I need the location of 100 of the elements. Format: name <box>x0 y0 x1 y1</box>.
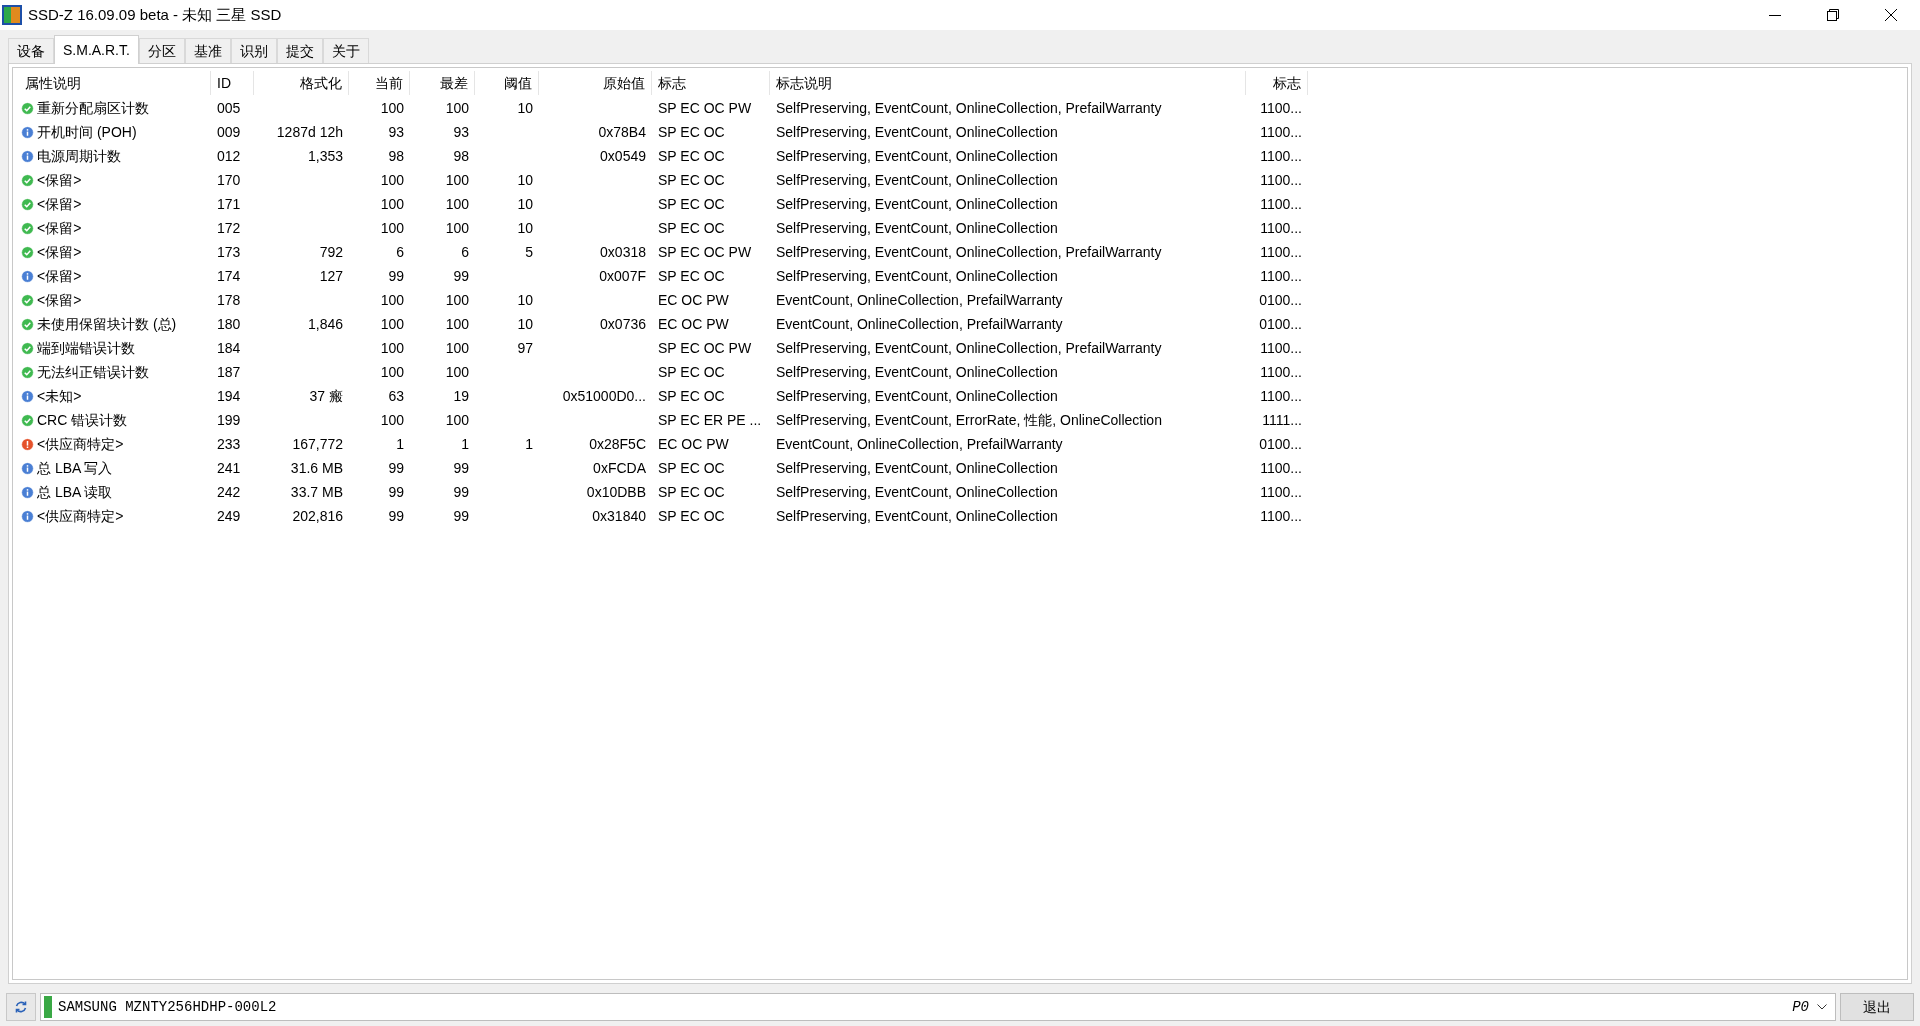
tab[interactable]: 设备 <box>8 38 54 63</box>
table-cell-text: 总 LBA 读取 <box>37 482 113 502</box>
table-cell: 0x31840 <box>592 507 646 524</box>
table-cell: 99 <box>388 459 404 476</box>
tab[interactable]: 提交 <box>276 38 323 63</box>
tab[interactable]: 识别 <box>230 38 277 63</box>
table-cell: 99 <box>453 459 469 476</box>
table-cell: SelfPreserving, EventCount, OnlineCollection <box>776 267 1058 284</box>
table-cell: 100 <box>445 195 469 212</box>
table-cell: SP EC OC <box>658 195 725 212</box>
table-cell: 1,846 <box>307 315 343 332</box>
table-cell-text: <保留> <box>37 170 82 190</box>
table-cell: 100 <box>380 171 404 188</box>
column-header[interactable]: 当前 <box>349 71 410 95</box>
drive-name: SAMSUNG MZNTY256HDHP-000L2 <box>58 997 277 1017</box>
table-cell: 249 <box>217 507 241 524</box>
table-cell: 1100... <box>1260 387 1302 404</box>
table-cell: 93 <box>453 123 469 140</box>
table-cell: 0100... <box>1259 435 1302 452</box>
table-cell: SelfPreserving, EventCount, OnlineCollection <box>776 507 1058 524</box>
table-cell: 100 <box>380 363 404 380</box>
table-cell: 171 <box>217 195 241 212</box>
table-cell: 37 瘢 <box>309 387 343 404</box>
table-cell: 009 <box>217 123 241 140</box>
table-cell-text: <保留> <box>37 290 82 310</box>
table-cell: 170 <box>217 171 241 188</box>
table-cell: 6 <box>461 243 469 260</box>
table-cell: 100 <box>380 339 404 356</box>
table-cell: SP EC OC <box>658 147 725 164</box>
column-header[interactable]: 标志 <box>1246 71 1308 95</box>
column-header[interactable]: 阈值 <box>475 71 539 95</box>
restore-icon <box>1827 9 1839 21</box>
table-cell: 100 <box>445 363 469 380</box>
column-header[interactable]: ID <box>211 71 254 95</box>
table-cell: 93 <box>388 123 404 140</box>
table-cell-text: 重新分配扇区计数 <box>37 98 149 118</box>
table-cell: 0100... <box>1259 291 1302 308</box>
table-cell-text: 端到端错误计数 <box>37 338 135 358</box>
table-cell: SP EC OC <box>658 507 725 524</box>
column-header[interactable]: 格式化 <box>254 71 349 95</box>
column-header[interactable]: 最差 <box>410 71 475 95</box>
table-cell-text: 总 LBA 写入 <box>37 458 113 478</box>
table-cell: SelfPreserving, EventCount, OnlineCollection <box>776 219 1058 236</box>
table-cell-text: <保留> <box>37 218 82 238</box>
table-cell: 100 <box>445 315 469 332</box>
table-cell-text: <未知> <box>37 386 82 406</box>
table-cell: 100 <box>445 411 469 428</box>
table-cell: 100 <box>445 339 469 356</box>
table-cell: 5 <box>525 243 533 260</box>
table-cell: 0x007F <box>599 267 646 284</box>
column-header[interactable]: 标志说明 <box>770 71 1246 95</box>
table-cell: 1100... <box>1260 195 1302 212</box>
exit-button[interactable]: 退出 <box>1840 993 1914 1021</box>
table-cell: SelfPreserving, EventCount, OnlineCollection, PrefailWarranty <box>776 99 1162 116</box>
table-cell: 0xFCDA <box>593 459 646 476</box>
table-cell: 173 <box>217 243 241 260</box>
minimize-icon <box>1769 14 1781 16</box>
table-cell: 0x10DBB <box>586 483 646 500</box>
tab[interactable]: 关于 <box>322 38 369 63</box>
table-cell: SelfPreserving, EventCount, OnlineCollection <box>776 459 1058 476</box>
table-cell: SP EC OC PW <box>658 99 752 116</box>
table-cell: SP EC OC <box>658 483 725 500</box>
table-cell: SP EC OC PW <box>658 339 752 356</box>
tab[interactable]: 基准 <box>184 38 231 63</box>
table-cell: SP EC OC <box>658 267 725 284</box>
table-cell: 199 <box>217 411 241 428</box>
table-cell: 1287d 12h <box>276 123 343 140</box>
table-cell: EventCount, OnlineCollection, PrefailWarranty <box>776 291 1063 308</box>
table-cell: 187 <box>217 363 241 380</box>
column-header[interactable]: 原始值 <box>539 71 652 95</box>
table-cell: SP EC OC <box>658 123 725 140</box>
table-cell: 0x0736 <box>600 315 646 332</box>
table-cell: 1100... <box>1260 123 1302 140</box>
table-cell: SelfPreserving, EventCount, OnlineCollection <box>776 147 1058 164</box>
table-cell: 1111... <box>1262 411 1302 428</box>
window-title: SSD-Z 16.09.09 beta - 未知 三星 SSD <box>28 4 282 25</box>
table-cell: EventCount, OnlineCollection, PrefailWarranty <box>776 435 1063 452</box>
table-cell: 98 <box>388 147 404 164</box>
tab[interactable]: 分区 <box>138 38 185 63</box>
table-cell: SP EC OC PW <box>658 243 752 260</box>
column-header[interactable]: 标志 <box>652 71 770 95</box>
column-header[interactable]: 属性说明 <box>19 71 211 95</box>
table-cell-text: <保留> <box>37 242 82 262</box>
refresh-icon <box>14 1000 28 1014</box>
table-cell: 1100... <box>1260 243 1302 260</box>
drive-select[interactable]: SAMSUNG MZNTY256HDHP-000L2 P0 <box>40 993 1836 1021</box>
table-cell: EventCount, OnlineCollection, PrefailWarranty <box>776 315 1063 332</box>
table-cell-text: CRC 错误计数 <box>37 410 128 430</box>
refresh-button[interactable] <box>6 993 36 1021</box>
table-cell: 184 <box>217 339 241 356</box>
table-cell: 1100... <box>1260 363 1302 380</box>
table-cell: 1100... <box>1260 483 1302 500</box>
table-cell: 1 <box>396 435 404 452</box>
table-cell: 31.6 MB <box>290 459 343 476</box>
table-cell-text: <保留> <box>37 194 82 214</box>
table-cell: EC OC PW <box>658 291 729 308</box>
tab[interactable]: S.M.A.R.T. <box>54 35 139 64</box>
table-cell: 63 <box>388 387 404 404</box>
table-cell: SP EC OC <box>658 363 725 380</box>
table-cell: 100 <box>380 291 404 308</box>
